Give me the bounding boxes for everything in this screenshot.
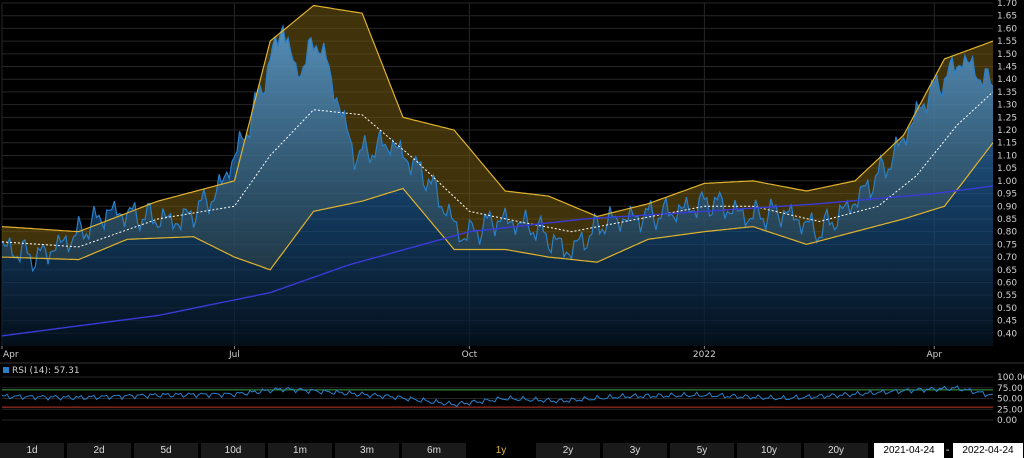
y-tick-label-0: 0.40 bbox=[997, 329, 1017, 339]
y-tick-label-13: 1.05 bbox=[997, 164, 1017, 174]
y-tick-label-10: 0.90 bbox=[997, 202, 1017, 212]
y-tick-label-21: 1.45 bbox=[997, 63, 1017, 73]
y-tick-label-25: 1.65 bbox=[997, 12, 1017, 22]
range-button-2d[interactable]: 2d bbox=[67, 443, 131, 458]
rsi-legend-swatch bbox=[3, 367, 9, 373]
rsi-y-tick-label-0: 100.00 bbox=[997, 373, 1024, 383]
rsi-y-tick-label-2: 50.00 bbox=[997, 395, 1023, 405]
rsi-line bbox=[1, 385, 994, 408]
rsi-y-tick-label-1: 75.00 bbox=[997, 384, 1023, 394]
x-tick-label-1: Jul bbox=[228, 350, 240, 360]
y-tick-label-19: 1.35 bbox=[997, 88, 1017, 98]
rsi-y-tick-label-3: 25.00 bbox=[997, 405, 1023, 415]
y-tick-label-8: 0.80 bbox=[997, 228, 1017, 238]
y-tick-label-7: 0.75 bbox=[997, 240, 1017, 250]
range-button-1d[interactable]: 1d bbox=[0, 443, 64, 458]
y-tick-label-14: 1.10 bbox=[997, 151, 1017, 161]
stock-chart: 0.40 0.45 0.50 0.55 0.60 0.65 0.70 0.75 0.80 0.85… bbox=[0, 0, 1024, 426]
range-toolbar: 1d 2d 5d 10d 1m 3m 6m 1y 2y 3y 5y 10y 20… bbox=[0, 442, 1024, 458]
date-from-input[interactable]: 2021-04-24 bbox=[874, 443, 944, 458]
y-tick-label-1: 0.45 bbox=[997, 317, 1017, 327]
x-tick-label-0: Apr bbox=[3, 350, 19, 360]
date-to-input[interactable]: 2022-04-24 bbox=[953, 443, 1023, 458]
y-tick-label-4: 0.60 bbox=[997, 278, 1017, 288]
range-button-10d[interactable]: 10d bbox=[201, 443, 265, 458]
range-button-1y[interactable]: 1y bbox=[469, 443, 533, 458]
y-tick-label-15: 1.15 bbox=[997, 139, 1017, 149]
range-button-1m[interactable]: 1m bbox=[268, 443, 332, 458]
y-tick-label-26: 1.70 bbox=[997, 0, 1017, 9]
y-tick-label-2: 0.50 bbox=[997, 304, 1017, 314]
y-tick-label-24: 1.60 bbox=[997, 24, 1017, 34]
y-tick-label-12: 1.00 bbox=[997, 177, 1017, 187]
y-tick-label-17: 1.25 bbox=[997, 113, 1017, 123]
y-tick-label-6: 0.70 bbox=[997, 253, 1017, 263]
range-button-2y[interactable]: 2y bbox=[536, 443, 600, 458]
range-button-3m[interactable]: 3m bbox=[335, 443, 399, 458]
x-tick-label-3: 2022 bbox=[693, 350, 716, 360]
y-tick-label-18: 1.30 bbox=[997, 101, 1017, 111]
range-button-6m[interactable]: 6m bbox=[402, 443, 466, 458]
y-tick-label-22: 1.50 bbox=[997, 50, 1017, 60]
rsi-legend-label: RSI (14): 57.31 bbox=[12, 366, 80, 376]
y-tick-label-3: 0.55 bbox=[997, 291, 1017, 301]
y-tick-label-23: 1.55 bbox=[997, 37, 1017, 47]
date-range-separator: - bbox=[946, 445, 950, 456]
y-tick-label-16: 1.20 bbox=[997, 126, 1017, 136]
x-tick-label-2: Oct bbox=[462, 350, 478, 360]
range-button-5d[interactable]: 5d bbox=[134, 443, 198, 458]
y-tick-label-11: 0.95 bbox=[997, 190, 1017, 200]
y-tick-label-20: 1.40 bbox=[997, 75, 1017, 85]
range-button-3y[interactable]: 3y bbox=[603, 443, 667, 458]
rsi-y-tick-label-4: 0.00 bbox=[997, 416, 1017, 426]
range-button-5y[interactable]: 5y bbox=[670, 443, 734, 458]
range-button-10y[interactable]: 10y bbox=[737, 443, 801, 458]
x-tick-label-4: Apr bbox=[926, 350, 942, 360]
y-tick-label-9: 0.85 bbox=[997, 215, 1017, 225]
range-button-20y[interactable]: 20y bbox=[804, 443, 868, 458]
y-tick-label-5: 0.65 bbox=[997, 266, 1017, 276]
